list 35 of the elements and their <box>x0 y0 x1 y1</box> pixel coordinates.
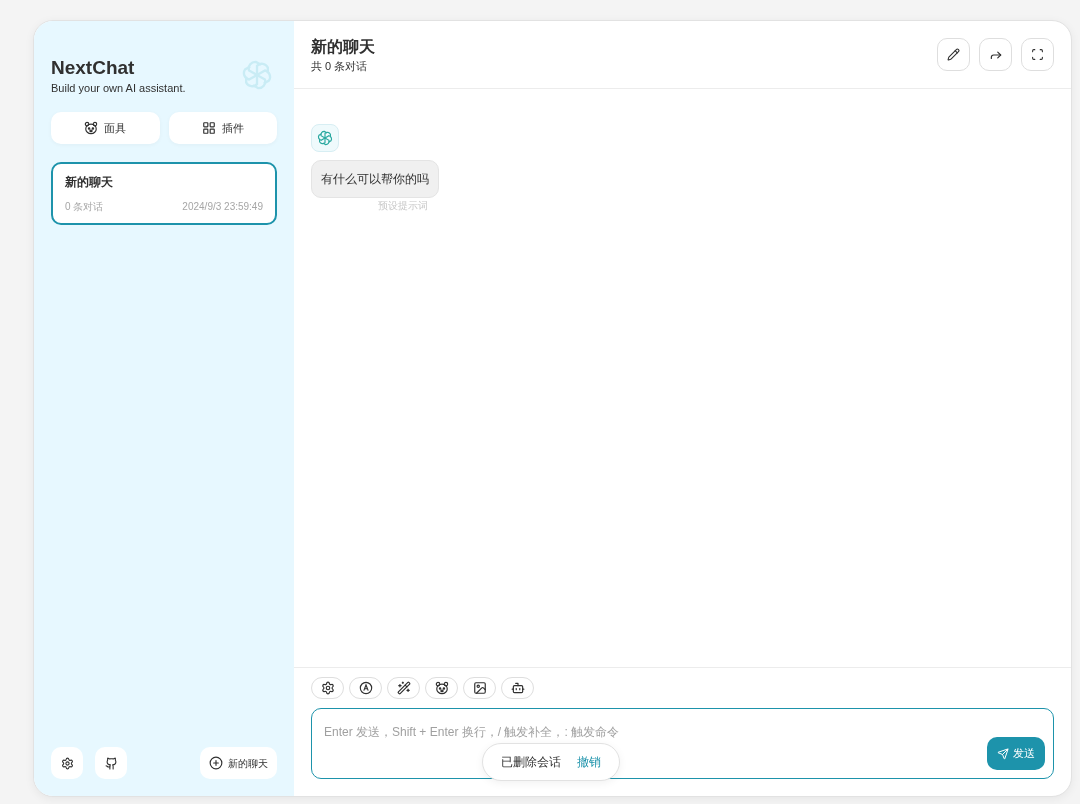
message-bubble: 有什么可以帮你的吗 <box>311 160 439 198</box>
chat-title: 新的聊天 <box>65 174 114 191</box>
magic-wand-icon <box>396 681 411 695</box>
bear-face-icon <box>434 681 449 695</box>
settings-icon <box>320 681 335 695</box>
robot-icon <box>510 681 525 695</box>
send-icon <box>997 747 1009 760</box>
github-button[interactable] <box>95 747 127 779</box>
fullscreen-icon <box>1031 48 1044 61</box>
app-subtitle: Build your own AI assistant. <box>51 81 186 95</box>
message-count: 共 0 条对话 <box>311 58 369 74</box>
grid-icon <box>201 121 216 135</box>
message-count: 0 条对话 <box>65 200 104 214</box>
image-icon <box>472 681 487 695</box>
chat-item[interactable]: 新的聊天 0 条对话 2024/9/3 23:59:49 <box>51 162 277 225</box>
github-icon <box>104 756 118 770</box>
plus-icon <box>209 756 223 770</box>
chat-time: 2024/9/3 23:59:49 <box>182 200 263 214</box>
send-button[interactable]: 发送 <box>987 737 1045 770</box>
toast-message: 已删除会话 <box>501 754 561 771</box>
circled-letter-icon <box>358 681 373 695</box>
share-button[interactable] <box>979 38 1012 71</box>
input-placeholder: Enter 发送，Shift + Enter 换行，/ 触发补全，: 触发命令 <box>324 725 620 739</box>
plugin-button[interactable]: 插件 <box>168 112 277 144</box>
message-input[interactable]: Enter 发送，Shift + Enter 换行，/ 触发补全，: 触发命令 发送 已删除会话 撤销 <box>311 708 1054 779</box>
undo-button[interactable]: 撤销 <box>577 753 601 771</box>
bear-face-icon <box>84 121 99 135</box>
new-chat-button[interactable]: 新的聊天 <box>200 747 277 779</box>
mask-button[interactable]: 面具 <box>51 112 160 144</box>
pencil-icon <box>947 48 960 61</box>
chat-title: 新的聊天 <box>311 36 375 57</box>
app-title: NextChat <box>51 56 136 80</box>
edit-button[interactable] <box>937 38 970 71</box>
settings-icon <box>60 756 74 770</box>
settings-button[interactable] <box>51 747 83 779</box>
